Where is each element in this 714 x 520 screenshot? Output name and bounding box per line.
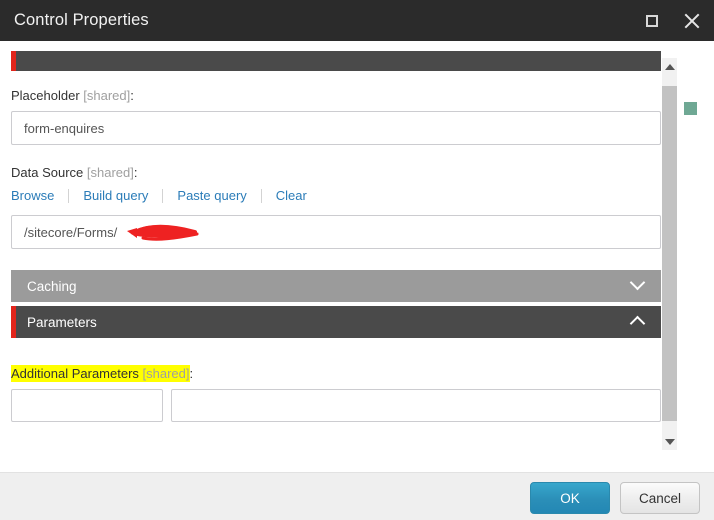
scroll-up-button[interactable] [662,58,677,75]
placeholder-field-group: Placeholder [shared]: [11,88,661,145]
additional-parameters-label-text: Additional Parameters [11,366,143,381]
dialog-title: Control Properties [14,11,149,29]
scrollbar-thumb[interactable] [662,86,677,421]
dialog-footer: OK Cancel [0,472,714,520]
section-accent-bar [11,306,16,338]
browse-link[interactable]: Browse [11,188,54,203]
paste-query-link[interactable]: Paste query [177,188,246,203]
placeholder-input[interactable] [11,111,661,145]
link-divider [68,188,70,203]
param-name-wrap [11,389,163,422]
window-controls [640,0,704,41]
param-name-input[interactable] [11,389,163,422]
chevron-down-icon [632,277,645,290]
data-source-field-group: Data Source [shared]: Browse Build query… [11,165,661,249]
placeholder-label-colon: : [130,88,134,103]
link-divider [260,188,262,203]
section-header-caching[interactable]: Caching [11,270,661,302]
close-icon [684,13,700,29]
section-header-parameters[interactable]: Parameters [11,306,661,338]
maximize-button[interactable] [640,9,664,33]
additional-parameters-label: Additional Parameters [shared]: [11,365,661,382]
maximize-icon [646,14,658,27]
ok-button[interactable]: OK [530,482,610,514]
section-label-parameters: Parameters [27,314,97,330]
data-source-shared-tag: [shared] [86,165,134,180]
placeholder-shared-tag: [shared] [83,88,131,103]
scroll-down-arrow-icon [664,438,675,445]
properties-content: Placeholder [shared]: Data Source [share… [11,41,661,422]
build-query-link[interactable]: Build query [83,188,148,203]
additional-parameters-inputs [11,389,661,422]
param-value-wrap [171,389,661,422]
scroll-down-button[interactable] [662,433,677,450]
scroll-up-arrow-icon [664,63,675,70]
additional-parameters-highlight: Additional Parameters [shared] [11,365,190,382]
additional-parameters-shared-tag: [shared] [142,366,190,381]
content-scrollbar[interactable] [662,58,677,450]
section-label-caching: Caching [27,278,77,294]
status-marker [684,102,697,115]
placeholder-label-text: Placeholder [11,88,80,103]
data-source-label: Data Source [shared]: [11,165,661,180]
data-source-label-colon: : [133,165,138,180]
chevron-up-icon [632,318,645,331]
data-source-input[interactable] [11,215,661,249]
clear-link[interactable]: Clear [276,188,307,203]
dialog-body: Placeholder [shared]: Data Source [share… [0,41,714,472]
close-button[interactable] [680,9,704,33]
data-source-actions: Browse Build query Paste query Clear [11,188,661,203]
placeholder-label: Placeholder [shared]: [11,88,661,103]
dialog-titlebar: Control Properties [0,0,714,41]
param-value-input[interactable] [171,389,661,422]
data-source-input-wrap [11,215,661,249]
link-divider [162,188,164,203]
control-properties-dialog: Control Properties Placeholder [shared]: [0,0,714,520]
cancel-button[interactable]: Cancel [620,482,700,514]
additional-parameters-group: Additional Parameters [shared]: [11,365,661,422]
data-source-label-text: Data Source [11,165,84,180]
additional-parameters-colon: : [189,366,194,381]
